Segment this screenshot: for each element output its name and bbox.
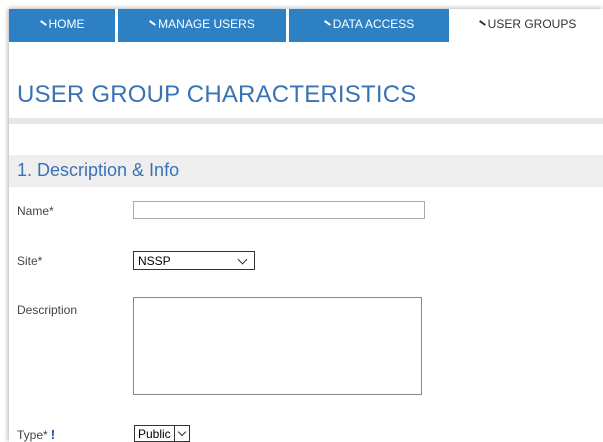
site-select[interactable]: NSSP bbox=[133, 251, 255, 270]
type-select[interactable]: Public bbox=[134, 425, 190, 442]
tick-icon bbox=[149, 20, 157, 26]
tab-data-access-label: DATA ACCESS bbox=[332, 17, 415, 31]
site-select-value: NSSP bbox=[138, 253, 171, 268]
name-input[interactable] bbox=[133, 201, 425, 219]
tab-data-access[interactable]: DATA ACCESS bbox=[289, 9, 449, 42]
tab-user-groups-label: USER GROUPS bbox=[487, 17, 577, 31]
type-label: Type*! bbox=[17, 427, 55, 442]
chevron-down-icon bbox=[177, 427, 186, 437]
tab-home[interactable]: HOME bbox=[9, 9, 115, 42]
tick-icon bbox=[323, 20, 331, 26]
title-divider bbox=[9, 118, 603, 124]
chevron-down-icon bbox=[237, 254, 248, 264]
page-title: USER GROUP CHARACTERISTICS bbox=[17, 81, 417, 108]
tab-manage-users-label: MANAGE USERS bbox=[158, 17, 255, 31]
description-textarea[interactable] bbox=[133, 297, 422, 395]
top-nav-tabs: HOME MANAGE USERS DATA ACCESS USER GROUP… bbox=[9, 9, 603, 42]
section-header: 1. Description & Info bbox=[9, 155, 603, 187]
type-select-value: Public bbox=[134, 425, 174, 442]
site-label: Site* bbox=[17, 254, 43, 268]
page-frame: HOME MANAGE USERS DATA ACCESS USER GROUP… bbox=[9, 9, 603, 442]
type-select-button[interactable] bbox=[173, 425, 190, 442]
name-label: Name* bbox=[17, 204, 54, 218]
tab-manage-users[interactable]: MANAGE USERS bbox=[118, 9, 286, 42]
section-title: 1. Description & Info bbox=[17, 160, 180, 180]
tab-home-label: HOME bbox=[48, 17, 85, 31]
tab-user-groups[interactable]: USER GROUPS bbox=[452, 9, 603, 42]
description-label: Description bbox=[17, 303, 78, 317]
type-label-text: Type* bbox=[17, 428, 48, 442]
required-warning-icon: ! bbox=[50, 427, 56, 442]
tick-icon bbox=[39, 20, 47, 26]
tick-icon bbox=[478, 20, 486, 26]
